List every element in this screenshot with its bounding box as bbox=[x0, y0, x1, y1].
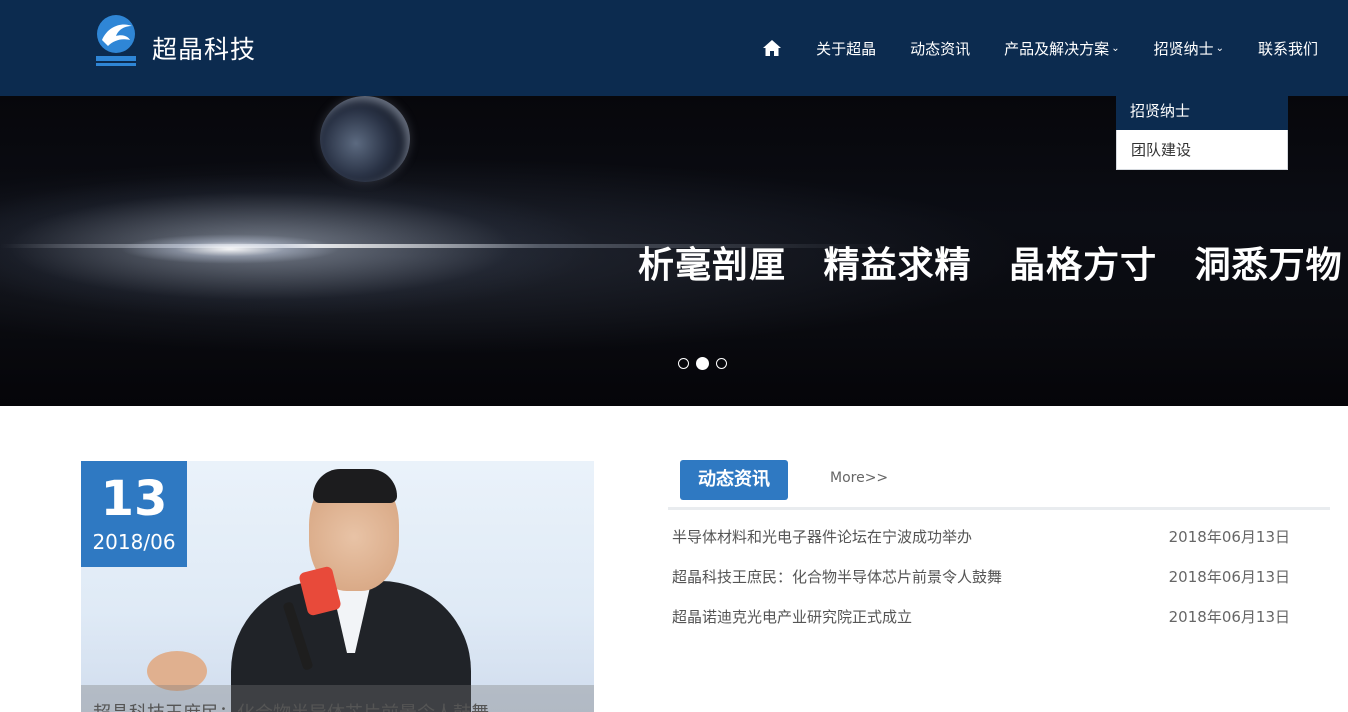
news-title[interactable]: 半导体材料和光电子器件论坛在宁波成功举办 bbox=[672, 526, 972, 547]
speaker-photo-hair bbox=[313, 469, 397, 503]
chevron-down-icon: ⌄ bbox=[1111, 42, 1120, 54]
careers-dropdown-menu: 招贤纳士 团队建设 bbox=[1116, 92, 1288, 170]
featured-year-month: 2018/06 bbox=[92, 530, 176, 554]
news-date: 2018年06月13日 bbox=[1168, 527, 1290, 546]
dropdown-item-recruitment[interactable]: 招贤纳士 bbox=[1116, 92, 1288, 130]
nav-contact[interactable]: 联系我们 bbox=[1258, 38, 1318, 59]
carousel-dot-2[interactable] bbox=[696, 357, 709, 370]
moon-image bbox=[320, 96, 410, 182]
featured-day: 13 bbox=[100, 471, 168, 527]
nav-about[interactable]: 关于超晶 bbox=[816, 38, 876, 59]
more-link[interactable]: More>> bbox=[830, 470, 888, 486]
nav-careers-label: 招贤纳士 bbox=[1153, 39, 1214, 58]
list-item[interactable]: 超晶科技王庶民：化合物半导体芯片前景令人鼓舞 2018年06月13日 bbox=[672, 556, 1312, 596]
news-tab-bar: 动态资讯 More>> bbox=[668, 458, 1330, 510]
home-icon bbox=[763, 40, 782, 56]
news-date: 2018年06月13日 bbox=[1168, 567, 1290, 586]
featured-news-card[interactable]: 13 2018/06 超晶科技王庶民：化合物半导体芯片前景令人鼓舞 bbox=[81, 461, 594, 712]
news-title[interactable]: 超晶诺迪克光电产业研究院正式成立 bbox=[672, 606, 912, 627]
featured-caption[interactable]: 超晶科技王庶民：化合物半导体芯片前景令人鼓舞 bbox=[81, 685, 594, 712]
tab-news[interactable]: 动态资讯 bbox=[680, 460, 788, 500]
carousel-dots bbox=[678, 357, 734, 370]
news-date: 2018年06月13日 bbox=[1168, 607, 1290, 626]
main-nav: 关于超晶 动态资讯 产品及解决方案 ⌄ 招贤纳士 ⌄ 联系我们 bbox=[762, 36, 1318, 60]
light-flare bbox=[120, 234, 340, 264]
list-item[interactable]: 半导体材料和光电子器件论坛在宁波成功举办 2018年06月13日 bbox=[672, 516, 1312, 556]
nav-about-label: 关于超晶 bbox=[816, 39, 877, 58]
news-title[interactable]: 超晶科技王庶民：化合物半导体芯片前景令人鼓舞 bbox=[672, 566, 1002, 587]
list-item[interactable]: 超晶诺迪克光电产业研究院正式成立 2018年06月13日 bbox=[672, 596, 1312, 636]
nav-home[interactable] bbox=[762, 39, 782, 57]
nav-contact-label: 联系我们 bbox=[1257, 39, 1318, 58]
nav-careers[interactable]: 招贤纳士 ⌄ bbox=[1154, 38, 1224, 59]
nav-products-label: 产品及解决方案 bbox=[1004, 39, 1110, 58]
brand-name[interactable]: 超晶科技 bbox=[152, 30, 256, 66]
featured-date-badge: 13 2018/06 bbox=[81, 461, 187, 567]
nav-news[interactable]: 动态资讯 bbox=[910, 38, 970, 59]
news-list: 半导体材料和光电子器件论坛在宁波成功举办 2018年06月13日 超晶科技王庶民… bbox=[672, 516, 1312, 636]
carousel-dot-3[interactable] bbox=[716, 358, 727, 369]
nav-news-label: 动态资讯 bbox=[910, 39, 971, 58]
nav-products[interactable]: 产品及解决方案 ⌄ bbox=[1004, 38, 1119, 59]
chevron-down-icon: ⌄ bbox=[1215, 42, 1224, 54]
site-header: 超晶科技 关于超晶 动态资讯 产品及解决方案 ⌄ 招贤纳士 ⌄ 联系我们 bbox=[0, 0, 1348, 96]
carousel-dot-1[interactable] bbox=[678, 358, 689, 369]
banner-slogan: 析毫剖厘 精益求精 晶格方寸 洞悉万物 bbox=[638, 245, 1343, 286]
dropdown-item-team-building[interactable]: 团队建设 bbox=[1116, 130, 1288, 170]
company-logo[interactable] bbox=[92, 14, 140, 70]
